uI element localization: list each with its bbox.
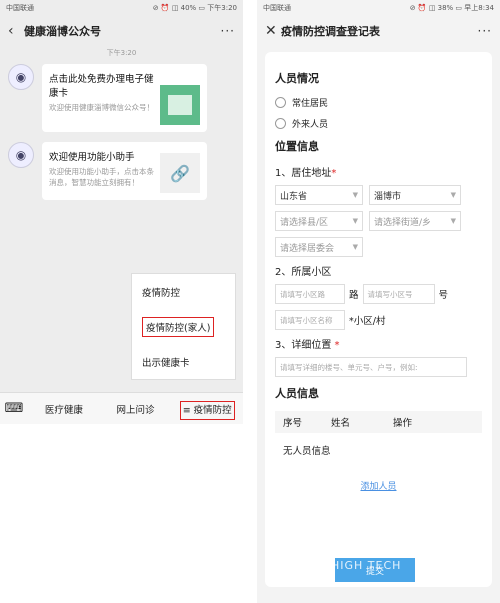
street-select[interactable]: 请选择街道/乡 ▼ [369,211,461,231]
more-icon[interactable]: ··· [478,24,492,38]
city-select[interactable]: 淄博市 ▼ [369,185,461,205]
menu-item-epidemic-family[interactable]: 疫情防控(家人) [132,309,235,344]
section-person: 人员情况 [275,72,319,85]
detail-input[interactable]: 请填写详细的楼号、单元号、户号，例如: [275,357,467,377]
address-label: 1、居住地址* [275,168,337,179]
link-icon: 🔗 [160,153,200,193]
chevron-down-icon: ▼ [352,217,358,225]
message-2: ◉ 欢迎使用功能小助手 欢迎使用功能小助手，点击本条消息，智慧功能立刻拥有！ 🔗 [0,142,243,200]
community-label: 2、所属小区 [275,267,332,278]
keyboard-icon[interactable]: ⌨ [0,401,28,416]
message-title: 点击此处免费办理电子健康卡 [49,74,154,99]
table-header: 序号 姓名 操作 [275,411,482,433]
message-desc: 欢迎使用功能小助手，点击本条消息，智慧功能立刻拥有！ [49,167,154,187]
detail-label: 3、详细位置 * [275,340,340,351]
tab-medical[interactable]: 医疗健康 [28,402,100,416]
add-person-link[interactable]: 添加人员 [275,479,482,492]
avatar: ◉ [8,64,34,90]
section-location: 位置信息 [275,140,319,153]
timestamp: 下午3:20 [106,49,137,57]
section-people: 人员信息 [275,387,319,400]
status-bar: 中国联通 ⊘ ⏰ ◫ 38% ▭ 早上8:34 [257,0,500,16]
card-thumbnail [160,85,200,125]
tab-online-consult[interactable]: 网上问诊 [100,402,172,416]
status-right: ⊘ ⏰ ◫ 38% ▭ 早上8:34 [409,4,494,12]
carrier: 中国联通 [263,4,291,12]
health-card-message[interactable]: 点击此处免费办理电子健康卡 欢迎使用健康淄博微信公众号！ [42,64,207,132]
assistant-message[interactable]: 欢迎使用功能小助手 欢迎使用功能小助手，点击本条消息，智慧功能立刻拥有！ 🔗 [42,142,207,200]
nav-bar: ✕ 疫情防控调查登记表 ··· [257,16,500,46]
nav-bar: ‹ 健康淄博公众号 ··· [0,16,243,46]
back-icon[interactable]: ‹ [8,23,24,39]
community-name-input[interactable]: 请填写小区名称 [275,310,345,330]
status-bar: 中国联通 ⊘ ⏰ ◫ 40% ▭ 下午3:20 [0,0,243,16]
message-1: ◉ 点击此处免费办理电子健康卡 欢迎使用健康淄博微信公众号！ [0,64,243,132]
submenu-popup: 疫情防控 疫情防控(家人) 出示健康卡 [131,273,236,380]
chevron-down-icon: ▼ [352,191,358,199]
message-desc: 欢迎使用健康淄博微信公众号！ [49,103,154,112]
message-title: 欢迎使用功能小助手 [49,152,135,163]
road-input[interactable]: 请填写小区路 [275,284,345,304]
chevron-down-icon: ▼ [450,217,456,225]
county-select[interactable]: 请选择县/区 ▼ [275,211,363,231]
bottom-menu: ⌨ 医疗健康 网上问诊 ≡ 疫情防控 [0,392,243,424]
registration-form: 人员情况 常住居民 外来人员 位置信息 1、居住地址* 山东省 ▼ 淄博市 ▼ 请选… [265,52,492,587]
radio-icon [275,118,286,129]
chevron-down-icon: ▼ [352,243,358,251]
left-screen: 中国联通 ⊘ ⏰ ◫ 40% ▭ 下午3:20 ‹ 健康淄博公众号 ··· 下午… [0,0,243,603]
more-icon[interactable]: ··· [221,24,235,38]
carrier: 中国联通 [6,4,34,12]
province-select[interactable]: 山东省 ▼ [275,185,363,205]
watermark: HIGH TECH [331,559,402,572]
menu-item-show-health-card[interactable]: 出示健康卡 [132,344,235,379]
avatar: ◉ [8,142,34,168]
number-input[interactable]: 请填写小区号 [362,284,435,304]
radio-outsider[interactable]: 外来人员 [275,117,482,130]
page-title: 疫情防控调查登记表 [281,25,380,38]
committee-select[interactable]: 请选择居委会 ▼ [275,237,363,257]
radio-icon [275,97,286,108]
menu-item-epidemic[interactable]: 疫情防控 [132,274,235,309]
status-right: ⊘ ⏰ ◫ 40% ▭ 下午3:20 [152,4,237,12]
tab-epidemic[interactable]: ≡ 疫情防控 [171,400,243,420]
empty-state: 无人员信息 [283,446,331,457]
blank-area [0,424,243,603]
right-screen: 中国联通 ⊘ ⏰ ◫ 38% ▭ 早上8:34 ✕ 疫情防控调查登记表 ··· … [257,0,500,603]
close-icon[interactable]: ✕ [265,23,281,39]
radio-resident[interactable]: 常住居民 [275,96,482,109]
chevron-down-icon: ▼ [450,191,456,199]
page-title: 健康淄博公众号 [24,25,101,38]
